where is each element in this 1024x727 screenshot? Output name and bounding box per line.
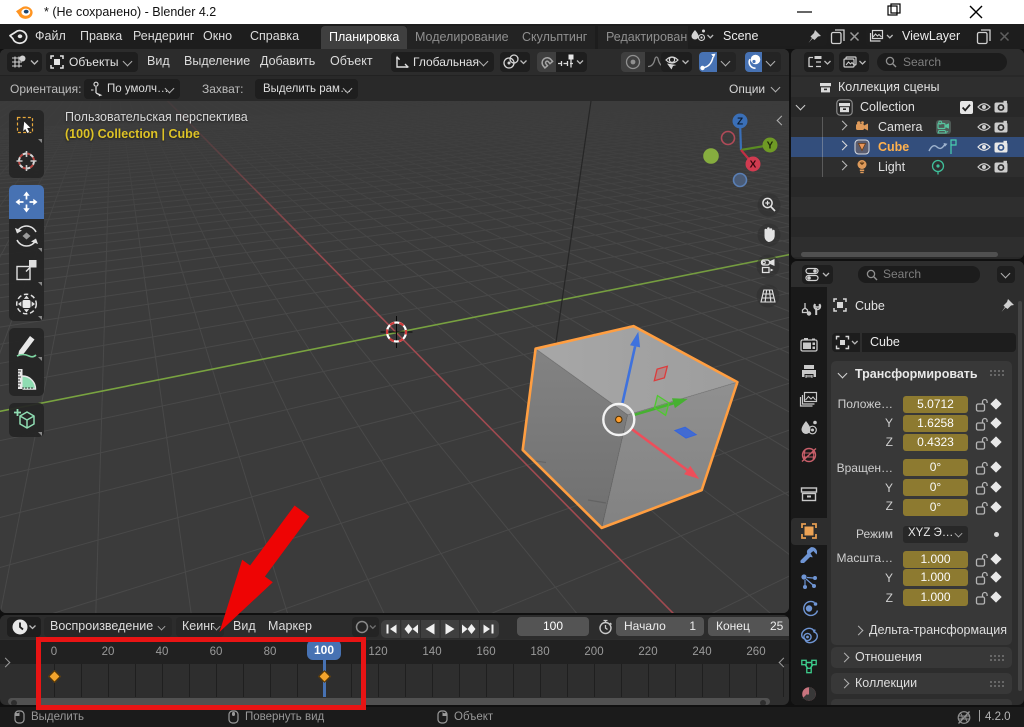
svg-text:Z: Z: [737, 117, 743, 128]
svg-text:Y: Y: [767, 141, 774, 152]
svg-text:X: X: [750, 160, 757, 171]
